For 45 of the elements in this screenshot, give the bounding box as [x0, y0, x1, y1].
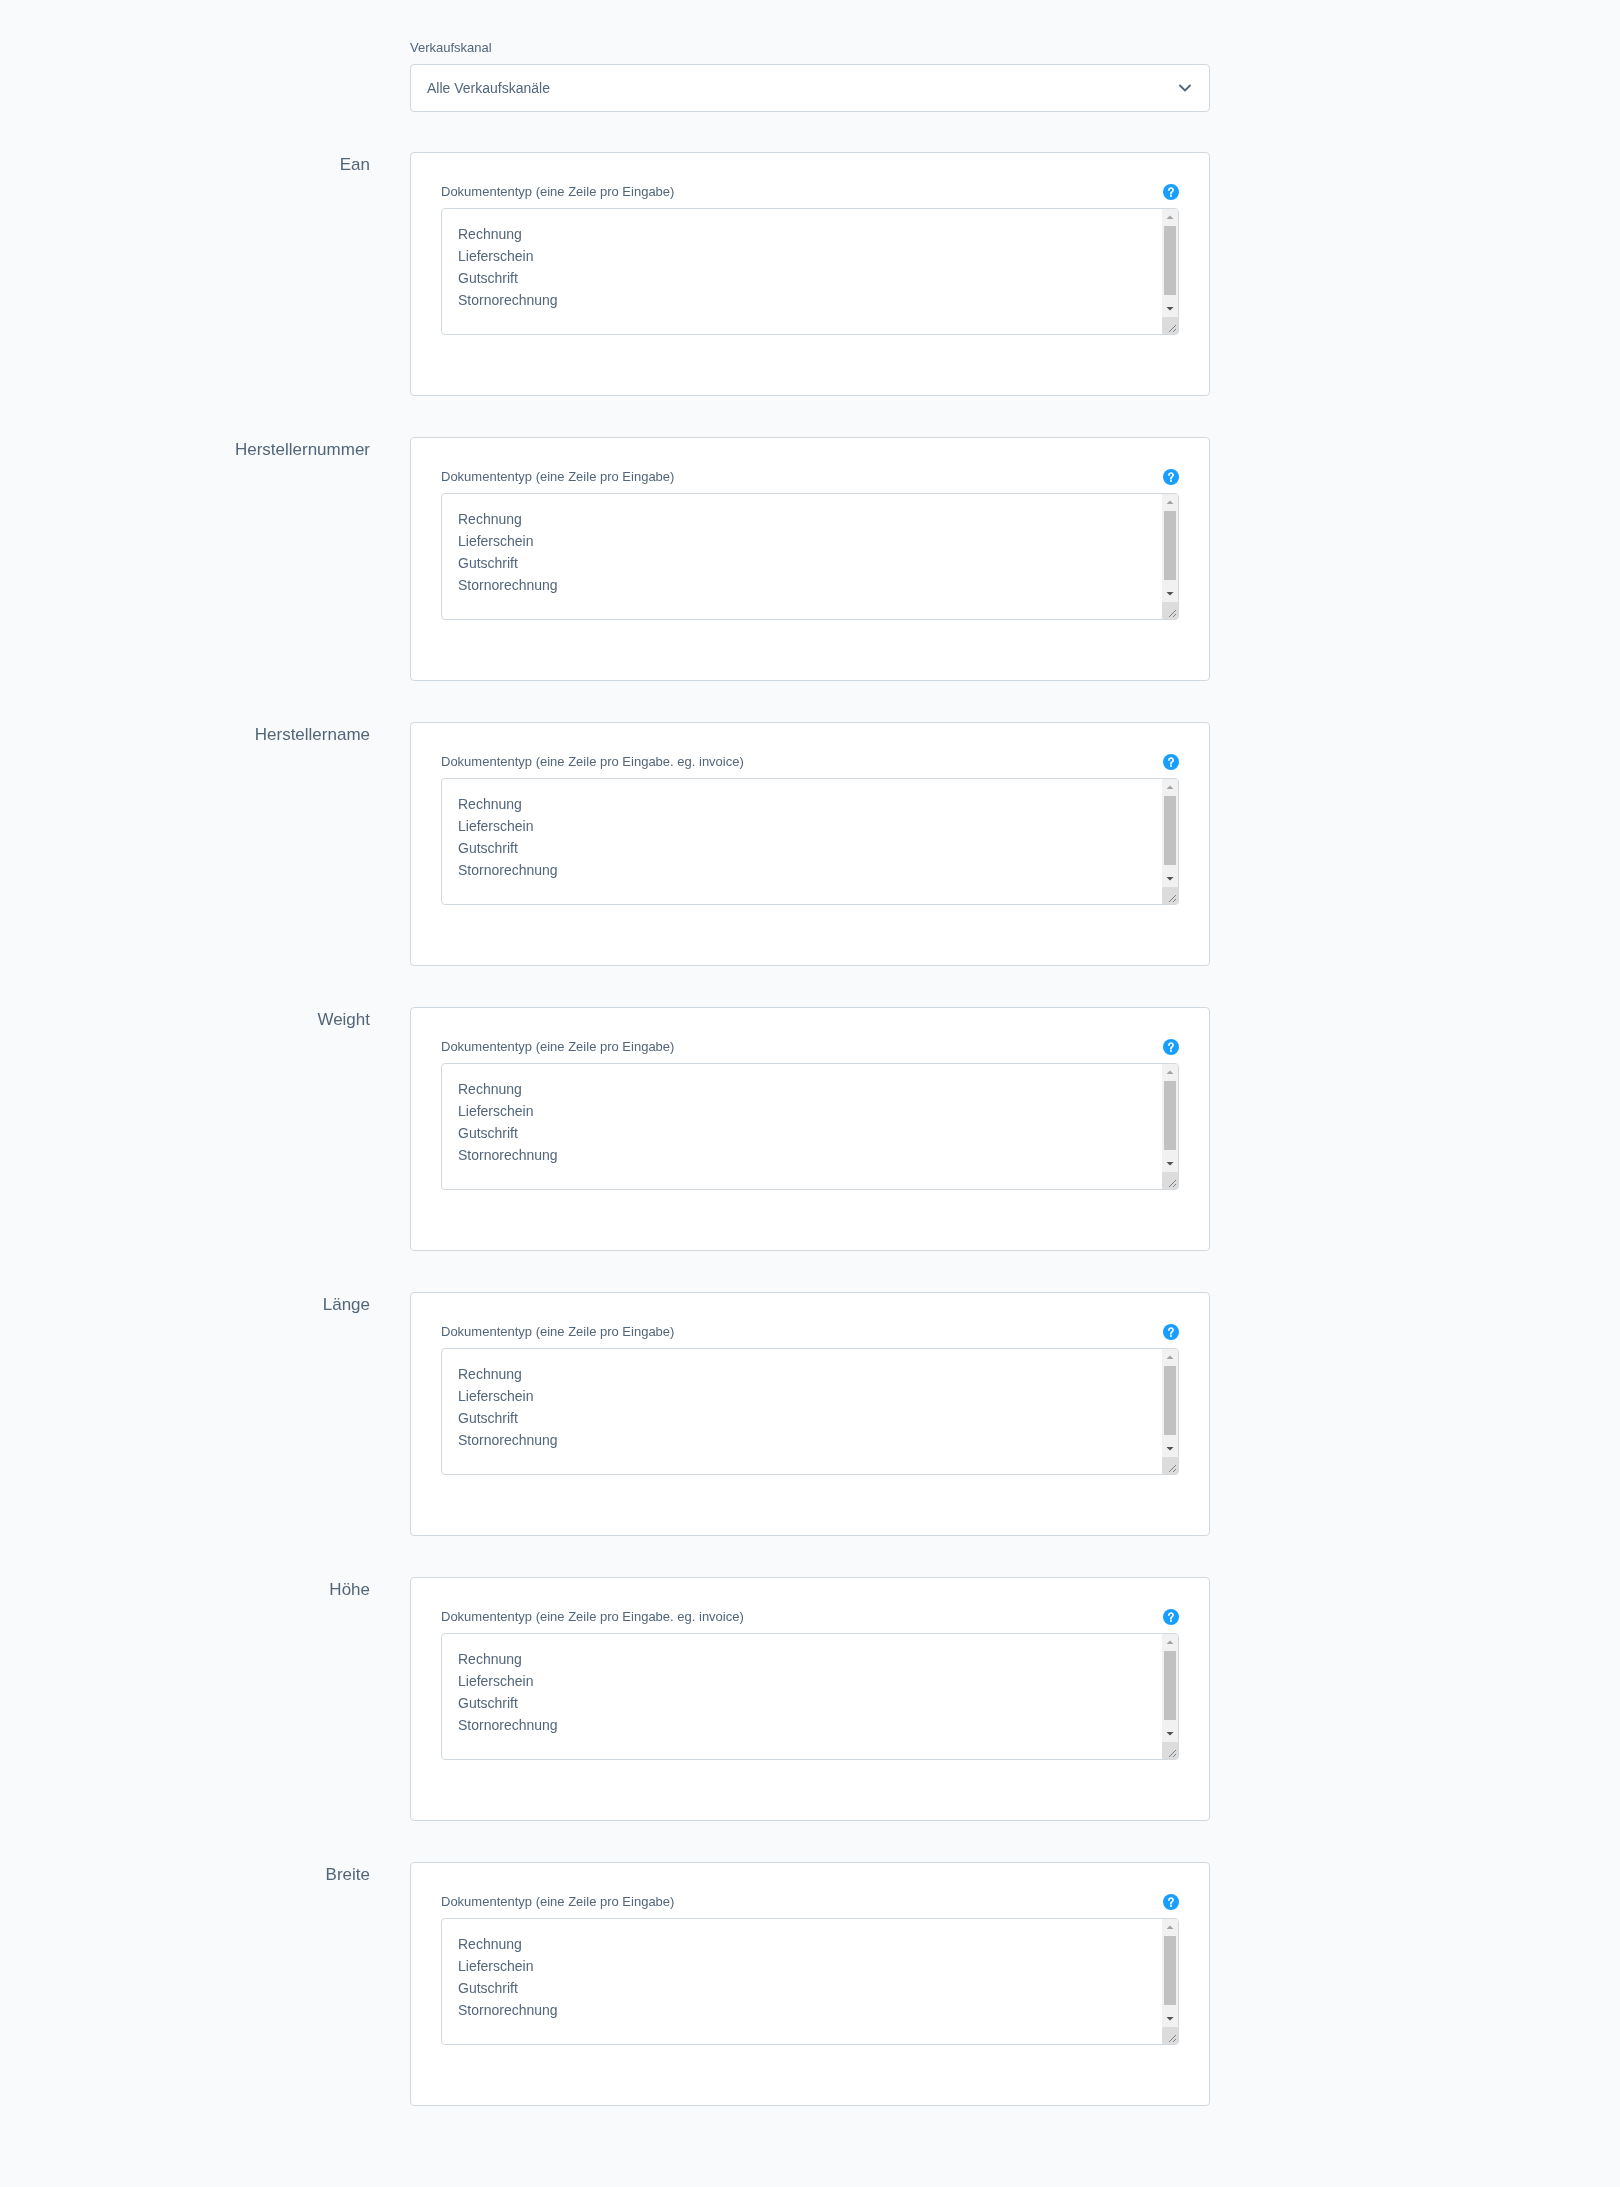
scrollbar-thumb[interactable]	[1164, 511, 1176, 580]
section-label: Ean	[338, 154, 370, 176]
help-icon[interactable]	[1163, 1039, 1179, 1055]
textarea-label: Dokumententyp (eine Zeile pro Eingabe)	[441, 1893, 675, 1911]
resize-grip-icon[interactable]	[1162, 1742, 1178, 1759]
textarea-label: Dokumententyp (eine Zeile pro Eingabe. eg. invoice)	[441, 753, 744, 771]
document-type-textarea[interactable]: Rechnung Lieferschein Gutschrift Stornorechnung	[441, 493, 1179, 620]
resize-grip-icon[interactable]	[1162, 1457, 1178, 1474]
textarea-label: Dokumententyp (eine Zeile pro Eingabe. eg. invoice)	[441, 1608, 744, 1626]
scrollbar-thumb[interactable]	[1164, 1366, 1176, 1435]
resize-grip-icon[interactable]	[1162, 317, 1178, 334]
help-icon[interactable]	[1163, 469, 1179, 485]
textarea-label: Dokumententyp (eine Zeile pro Eingabe)	[441, 1323, 675, 1341]
scrollbar-thumb[interactable]	[1164, 1936, 1176, 2005]
help-icon[interactable]	[1163, 1894, 1179, 1910]
resize-grip-icon[interactable]	[1162, 1172, 1178, 1189]
document-type-textarea[interactable]: Rechnung Lieferschein Gutschrift Stornorechnung	[441, 1633, 1179, 1760]
section-label: Weight	[316, 1009, 370, 1031]
document-type-textarea[interactable]: Rechnung Lieferschein Gutschrift Stornorechnung	[441, 208, 1179, 335]
help-icon[interactable]	[1163, 184, 1179, 200]
textarea-label: Dokumententyp (eine Zeile pro Eingabe)	[441, 1038, 675, 1056]
section-label: Herstellernummer	[233, 439, 370, 461]
chevron-down-icon	[1179, 84, 1191, 92]
scrollbar-thumb[interactable]	[1164, 1651, 1176, 1720]
section-label: Länge	[321, 1294, 370, 1316]
section-label: Herstellername	[253, 724, 370, 746]
document-type-textarea[interactable]: Rechnung Lieferschein Gutschrift Stornorechnung	[441, 1918, 1179, 2045]
textarea-label: Dokumententyp (eine Zeile pro Eingabe)	[441, 468, 675, 486]
resize-grip-icon[interactable]	[1162, 2027, 1178, 2044]
help-icon[interactable]	[1163, 1609, 1179, 1625]
textarea-label: Dokumententyp (eine Zeile pro Eingabe)	[441, 183, 675, 201]
scrollbar-thumb[interactable]	[1164, 796, 1176, 865]
document-type-textarea[interactable]: Rechnung Lieferschein Gutschrift Stornorechnung	[441, 1348, 1179, 1475]
document-type-textarea[interactable]: Rechnung Lieferschein Gutschrift Stornorechnung	[441, 778, 1179, 905]
sales-channel-select[interactable]: Alle Verkaufskanäle	[410, 64, 1210, 112]
section-label: Höhe	[328, 1579, 370, 1601]
resize-grip-icon[interactable]	[1162, 602, 1178, 619]
help-icon[interactable]	[1163, 1324, 1179, 1340]
field-label: Verkaufskanal	[410, 40, 493, 56]
help-icon[interactable]	[1163, 754, 1179, 770]
resize-grip-icon[interactable]	[1162, 887, 1178, 904]
scrollbar-thumb[interactable]	[1164, 226, 1176, 295]
document-type-textarea[interactable]: Rechnung Lieferschein Gutschrift Stornorechnung	[441, 1063, 1179, 1190]
scrollbar-thumb[interactable]	[1164, 1081, 1176, 1150]
section-label: Breite	[324, 1864, 370, 1886]
